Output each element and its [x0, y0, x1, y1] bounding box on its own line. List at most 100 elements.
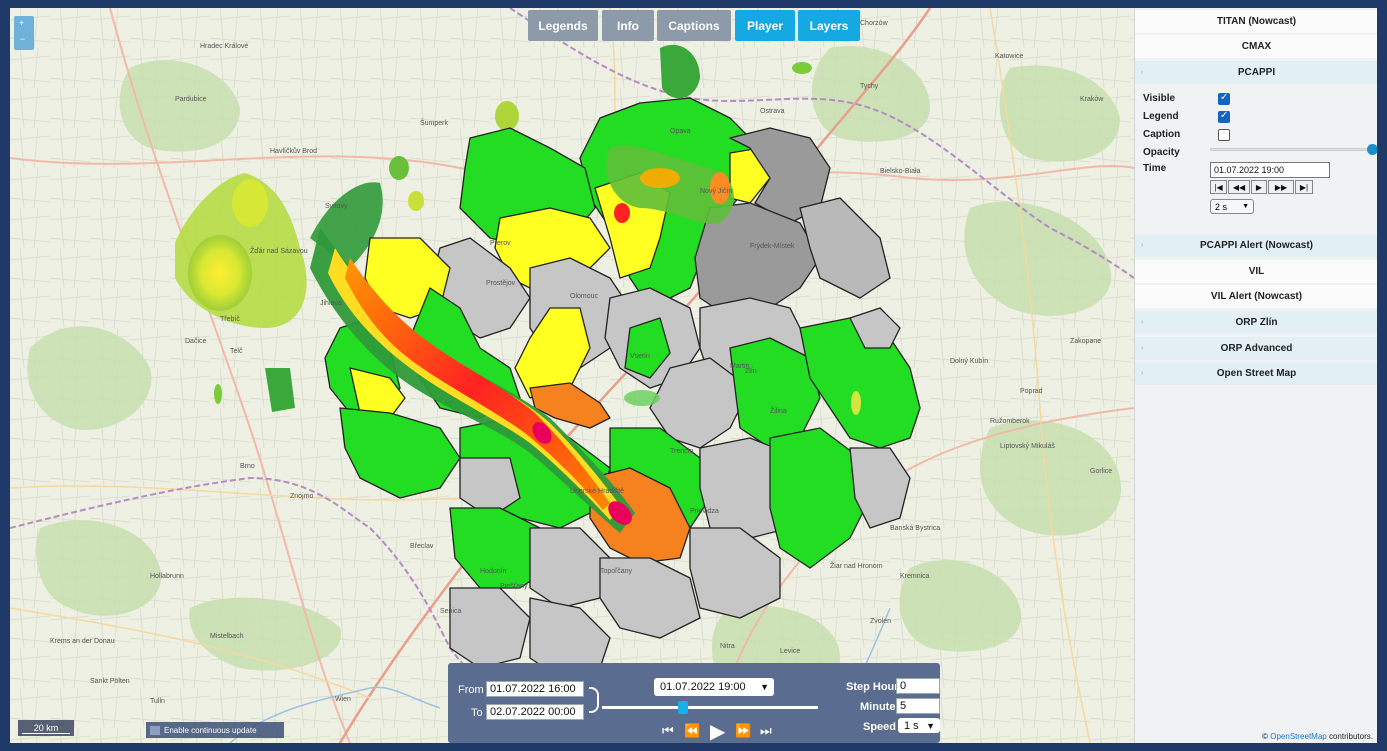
zoom-control[interactable]: + −	[14, 16, 34, 50]
captions-button[interactable]: Captions	[657, 10, 731, 41]
legend-label: Legend	[1143, 111, 1179, 122]
chevron-icon: ›	[1141, 242, 1144, 249]
current-time-select[interactable]: 01.07.2022 19:00 ▼	[654, 678, 774, 696]
minute-field[interactable]: 5	[896, 698, 940, 714]
town-label: Prievidza	[690, 508, 719, 515]
to-label: To	[471, 707, 483, 719]
last-frame-button[interactable]: ⏭	[760, 723, 772, 739]
legends-button[interactable]: Legends	[528, 10, 598, 41]
layer-vil-alert[interactable]: VIL Alert (Nowcast)	[1135, 285, 1377, 308]
town-label: Zlín	[745, 368, 757, 375]
town-label: Třebíč	[220, 316, 240, 323]
from-field[interactable]: 01.07.2022 16:00	[486, 681, 584, 697]
pcappi-first-button[interactable]: |◀	[1210, 180, 1227, 194]
town-label: Sankt Pölten	[90, 678, 130, 685]
town-label: Hodonín	[480, 568, 507, 575]
pcappi-prev-button[interactable]: ◀◀	[1228, 180, 1250, 194]
town-label: Svitavy	[325, 203, 348, 210]
opacity-label: Opacity	[1143, 147, 1180, 158]
osm-link[interactable]: OpenStreetMap	[1270, 732, 1326, 741]
town-label: Tychy	[860, 83, 879, 90]
layers-panel: TITAN (Nowcast) CMAX › PCAPPI Visible Le…	[1134, 8, 1377, 743]
town-label: Brno	[240, 463, 255, 470]
scale-line	[22, 733, 70, 734]
layer-titan[interactable]: TITAN (Nowcast)	[1135, 10, 1377, 33]
time-slider-handle[interactable]	[678, 701, 688, 714]
pcappi-next-button[interactable]: ▶▶	[1268, 180, 1294, 194]
town-label: Senica	[440, 608, 462, 615]
layer-osm-label: Open Street Map	[1216, 368, 1297, 379]
town-label: Poprad	[1020, 388, 1043, 395]
town-label: Chorzów	[860, 20, 888, 27]
zoom-out-button[interactable]: −	[20, 34, 25, 44]
town-label: Nový Jičín	[700, 188, 733, 195]
time-player: From 01.07.2022 16:00 To 02.07.2022 00:0…	[448, 663, 940, 743]
layer-orp-zlin-label: ORP Zlín	[1235, 317, 1278, 328]
town-label: Vsetín	[630, 353, 650, 360]
info-button[interactable]: Info	[602, 10, 654, 41]
town-label: Hollabrunn	[150, 573, 184, 580]
town-label: Ružomberok	[990, 418, 1030, 425]
caption-checkbox[interactable]	[1218, 129, 1230, 141]
layer-vil[interactable]: VIL	[1135, 260, 1377, 283]
chevron-icon: ›	[1141, 319, 1144, 326]
pcappi-play-button[interactable]: ▶	[1251, 180, 1267, 194]
layer-pcappi-alert[interactable]: › PCAPPI Alert (Nowcast)	[1135, 234, 1377, 257]
chevron-down-icon: ▼	[760, 682, 769, 692]
town-label: Žiar nad Hronom	[830, 563, 883, 570]
opacity-slider-handle[interactable]	[1367, 144, 1377, 155]
layer-pcappi-alert-label: PCAPPI Alert (Nowcast)	[1200, 240, 1313, 251]
town-label: Levice	[780, 648, 801, 655]
town-label: Tulln	[150, 698, 165, 705]
chevron-down-icon: ▼	[1242, 203, 1249, 210]
town-label: Telč	[230, 348, 243, 355]
town-label: Zakopane	[1070, 338, 1102, 345]
chevron-icon: ›	[1141, 69, 1144, 76]
continuous-update-checkbox[interactable]	[150, 725, 160, 735]
layer-osm[interactable]: › Open Street Map	[1135, 362, 1377, 385]
pcappi-speed-select[interactable]: 2 s ▼	[1210, 199, 1254, 214]
layer-cmax[interactable]: CMAX	[1135, 35, 1377, 58]
map-attribution: © OpenStreetMap contributors.	[1262, 732, 1373, 741]
time-slider-track[interactable]	[602, 706, 818, 709]
map-view[interactable]: Hradec Králové Pardubice Jihlava Brno Olomou…	[10, 8, 1134, 743]
visible-checkbox[interactable]	[1218, 92, 1230, 105]
zoom-in-button[interactable]: +	[19, 18, 24, 28]
continuous-update-toggle[interactable]: Enable continuous update	[146, 722, 284, 738]
step-hour-label: Step Hour	[846, 681, 899, 693]
player-button[interactable]: Player	[735, 10, 795, 41]
legend-checkbox[interactable]	[1218, 110, 1230, 123]
to-field[interactable]: 02.07.2022 00:00	[486, 704, 584, 720]
step-hour-field[interactable]: 0	[896, 678, 940, 694]
layers-button[interactable]: Layers	[798, 10, 860, 41]
town-label: Žďár nad Sázavou	[250, 248, 308, 255]
loop-icon[interactable]	[589, 687, 599, 713]
layer-orp-zlin[interactable]: › ORP Zlín	[1135, 311, 1377, 334]
first-frame-button[interactable]: ⏮	[662, 723, 674, 739]
town-label: Dačice	[185, 338, 207, 345]
time-field[interactable]: 01.07.2022 19:00	[1210, 162, 1330, 178]
town-label: Šumperk	[420, 120, 449, 127]
town-label: Břeclav	[410, 543, 434, 550]
town-label: Ostrava	[760, 108, 785, 115]
speed-select[interactable]: 1 s ▼	[898, 718, 940, 733]
caption-label: Caption	[1143, 129, 1181, 140]
town-label: Kremnica	[900, 573, 930, 580]
town-label: Hradec Králové	[200, 43, 249, 50]
town-label: Dolný Kubín	[950, 358, 989, 365]
current-time-value: 01.07.2022 19:00	[660, 681, 746, 693]
opacity-slider-track[interactable]	[1210, 148, 1370, 151]
town-label: Nitra	[720, 643, 735, 650]
pcappi-last-button[interactable]: ▶|	[1295, 180, 1313, 194]
play-button[interactable]: ▶	[710, 719, 725, 743]
layer-pcappi[interactable]: › PCAPPI	[1135, 61, 1377, 84]
step-forward-button[interactable]: ⏩	[735, 723, 751, 739]
town-label: Gorlice	[1090, 468, 1113, 475]
town-label: Bielsko-Biała	[880, 168, 921, 175]
layer-orp-advanced[interactable]: › ORP Advanced	[1135, 337, 1377, 360]
town-label: Topoľčany	[600, 568, 633, 575]
town-label: Piešťany	[500, 583, 528, 590]
town-label: Opava	[670, 128, 691, 135]
map-canvas[interactable]	[10, 8, 1134, 743]
step-back-button[interactable]: ⏪	[684, 723, 700, 739]
